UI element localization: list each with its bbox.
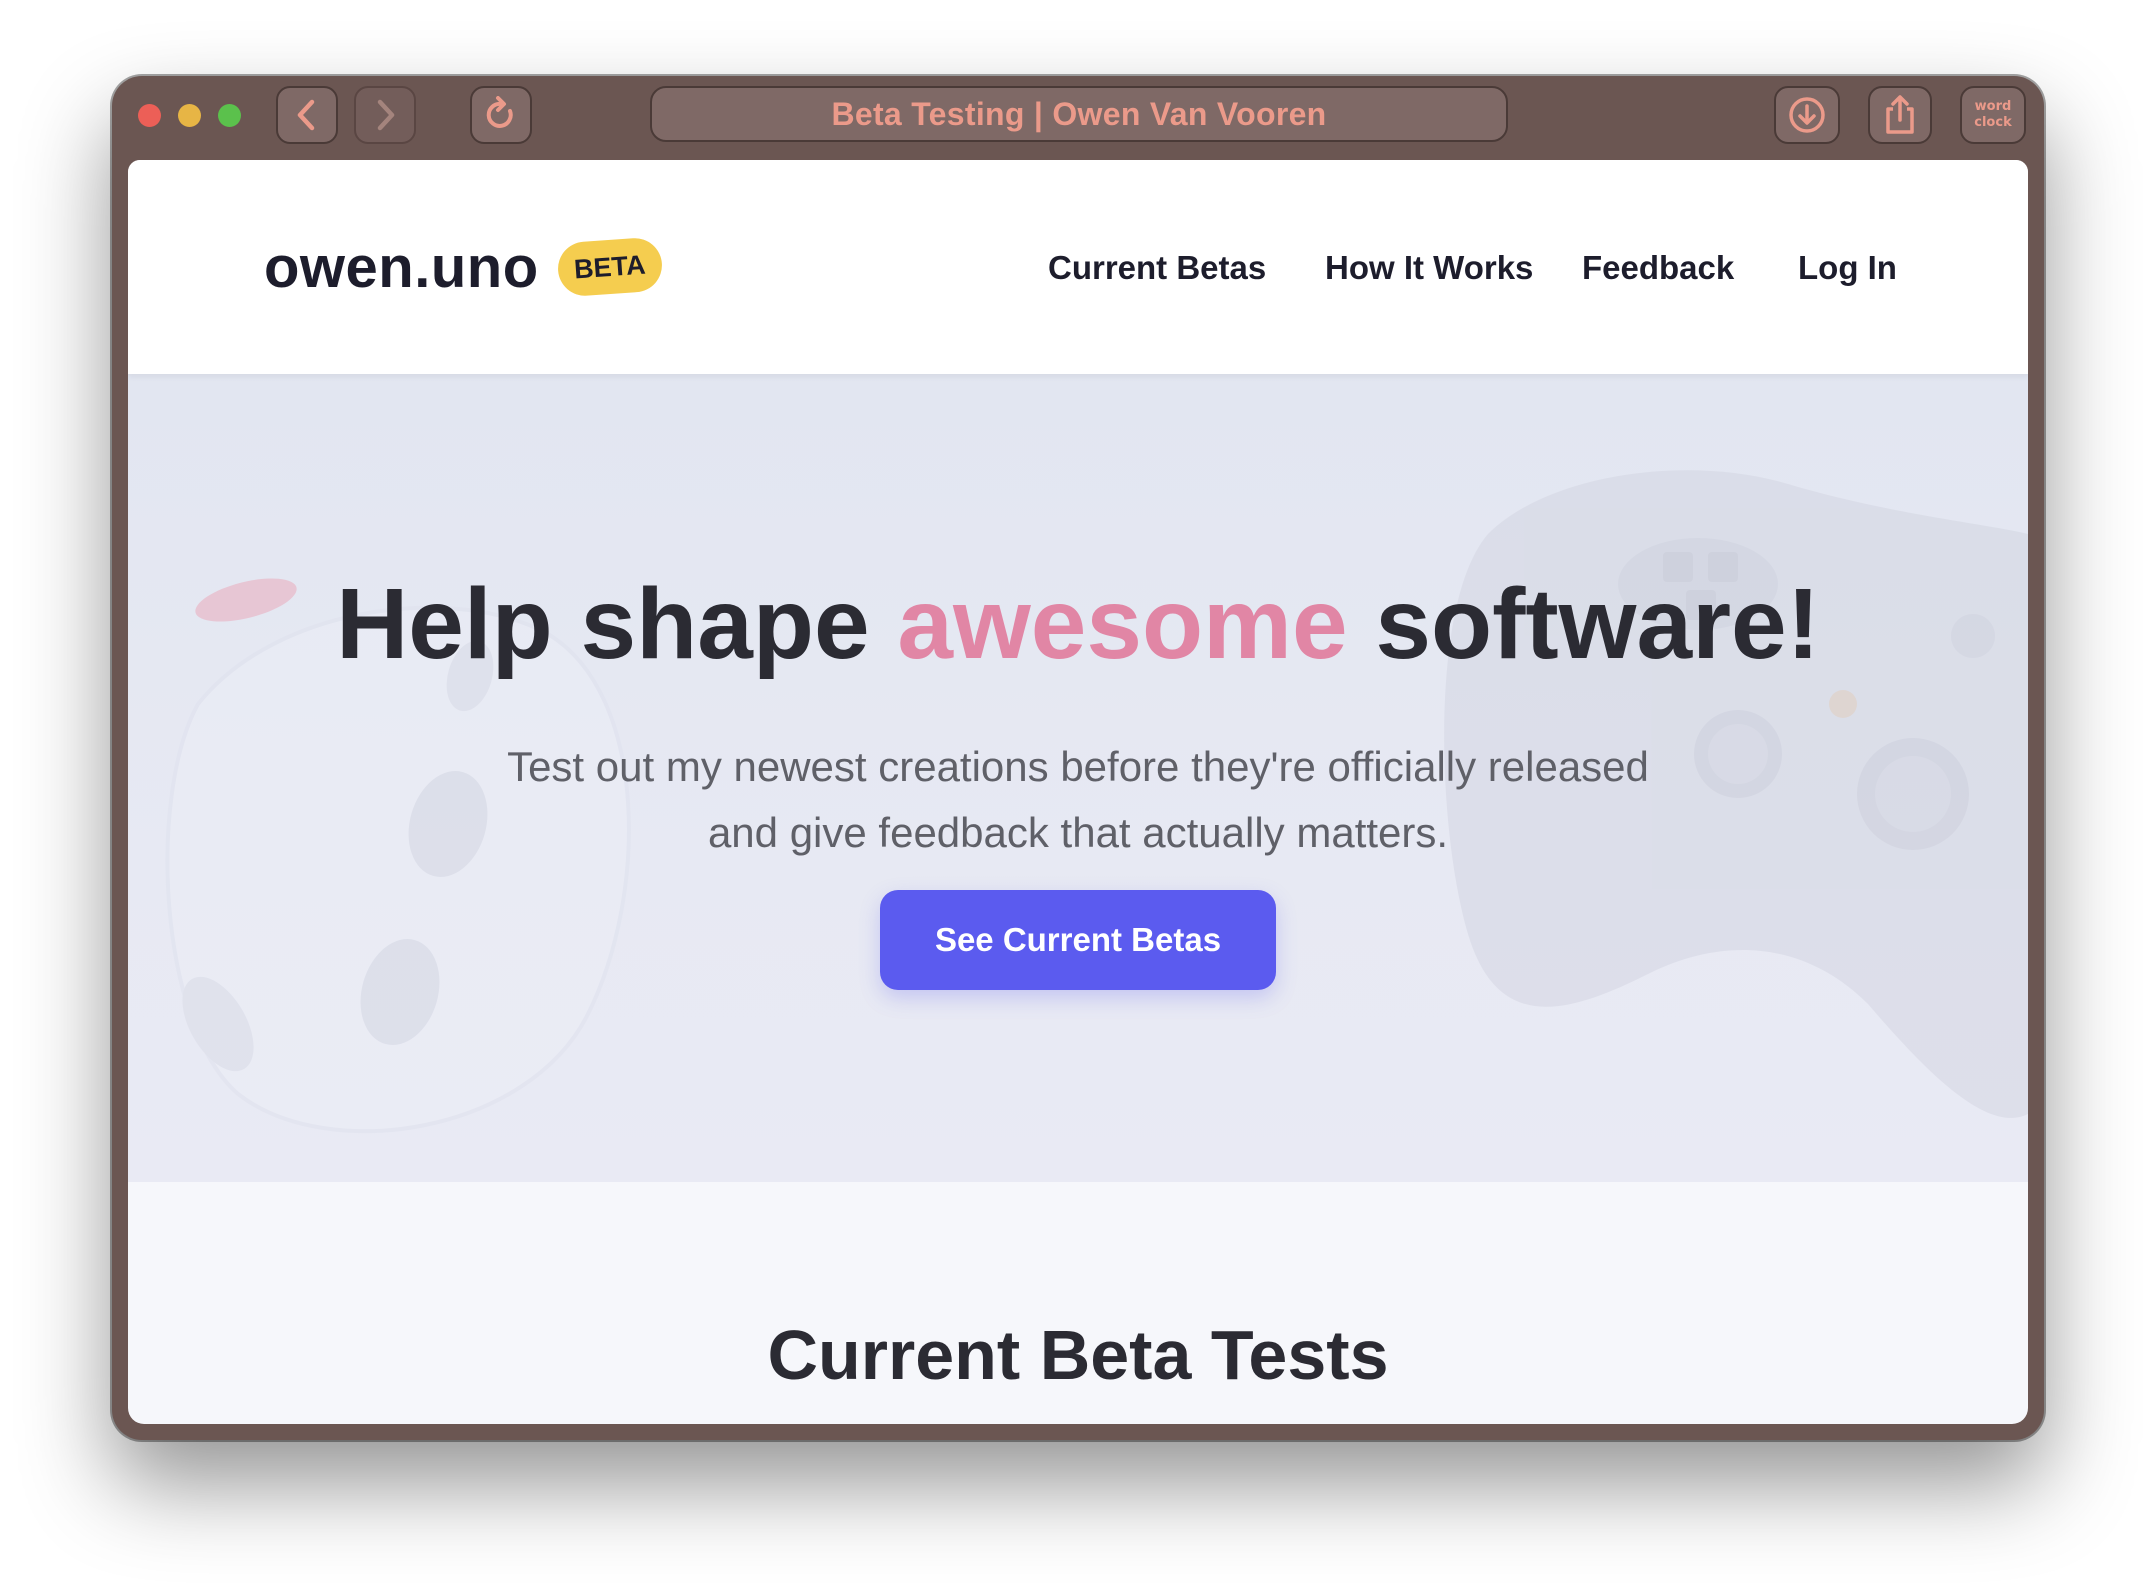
- hero-section: Help shape awesome software! Test out my…: [128, 374, 2028, 1182]
- reload-icon: [486, 96, 513, 128]
- minimize-window-button[interactable]: [178, 104, 201, 127]
- nav-link-feedback[interactable]: Feedback: [1582, 246, 1734, 290]
- chevron-right-icon: [377, 99, 395, 131]
- extension-label-line2: clock: [1974, 115, 2012, 130]
- back-button[interactable]: [276, 86, 338, 144]
- chevron-left-icon: [297, 99, 315, 131]
- close-window-button[interactable]: [138, 104, 161, 127]
- headline-start: Help shape: [336, 568, 898, 680]
- site-logo[interactable]: owen.uno: [264, 232, 539, 304]
- nav-link-log-in[interactable]: Log In: [1798, 246, 1897, 290]
- nav-link-current-betas[interactable]: Current Betas: [1048, 246, 1266, 290]
- site-header: owen.uno BETA Current Betas How It Works…: [128, 160, 2028, 374]
- section-title: Current Beta Tests: [767, 1316, 1389, 1394]
- page-title-text: Beta Testing | Owen Van Vooren: [831, 95, 1327, 132]
- share-icon: [1886, 95, 1914, 134]
- zoom-window-button[interactable]: [218, 104, 241, 127]
- reload-button[interactable]: [470, 86, 532, 144]
- forward-button[interactable]: [354, 86, 416, 144]
- headline-end: software!: [1347, 568, 1820, 680]
- share-button[interactable]: [1868, 86, 1932, 144]
- word-clock-extension-button[interactable]: word clock: [1960, 86, 2026, 144]
- beta-badge: BETA: [556, 236, 664, 298]
- page-content: owen.uno BETA Current Betas How It Works…: [128, 160, 2028, 1424]
- browser-window: Beta Testing | Owen Van Vooren word cloc…: [112, 76, 2044, 1440]
- download-button[interactable]: [1774, 86, 1840, 144]
- nav-link-how-it-works[interactable]: How It Works: [1325, 246, 1533, 290]
- download-icon: [1789, 97, 1825, 133]
- see-current-betas-button[interactable]: See Current Betas: [880, 890, 1276, 990]
- extension-label-line1: word: [1974, 99, 2012, 114]
- hero-headline: Help shape awesome software!: [128, 564, 2028, 684]
- headline-accent-word: awesome: [897, 564, 1348, 684]
- hero-subtitle: Test out my newest creations before they…: [507, 743, 1649, 856]
- title-bar: Beta Testing | Owen Van Vooren word cloc…: [112, 76, 2044, 160]
- address-bar[interactable]: Beta Testing | Owen Van Vooren: [650, 86, 1508, 142]
